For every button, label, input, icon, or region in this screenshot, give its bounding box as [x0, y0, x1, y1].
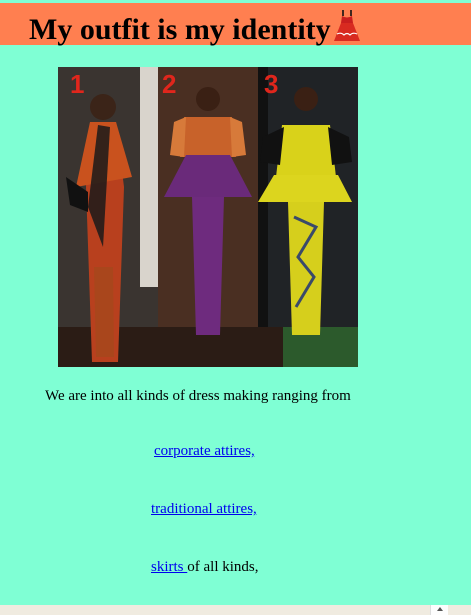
chevron-up-icon: [436, 607, 443, 611]
corporate-line: corporate attires,: [154, 441, 255, 461]
outfit-photo: 1 2 3: [58, 67, 358, 367]
traditional-line: traditional attires,: [151, 499, 257, 519]
page: My outfit is my identity 1 2 3 We are in…: [0, 0, 471, 615]
dress-icon: [333, 9, 361, 52]
skirts-link[interactable]: skirts: [151, 559, 187, 575]
traditional-attires-link[interactable]: traditional attires,: [151, 501, 257, 517]
horizontal-scrollbar[interactable]: [0, 605, 471, 615]
scroll-up-button[interactable]: [430, 605, 448, 615]
corporate-attires-link[interactable]: corporate attires,: [154, 443, 255, 459]
photo-label-3: 3: [264, 69, 278, 99]
page-title-text: My outfit is my identity: [29, 13, 331, 46]
intro-text: We are into all kinds of dress making ra…: [45, 388, 351, 404]
skirts-line: skirts of all kinds,: [151, 557, 259, 577]
skirts-suffix: of all kinds,: [187, 559, 259, 575]
photo-label-2: 2: [162, 69, 176, 99]
photo-label-1: 1: [70, 69, 84, 99]
page-title: My outfit is my identity: [29, 9, 361, 52]
